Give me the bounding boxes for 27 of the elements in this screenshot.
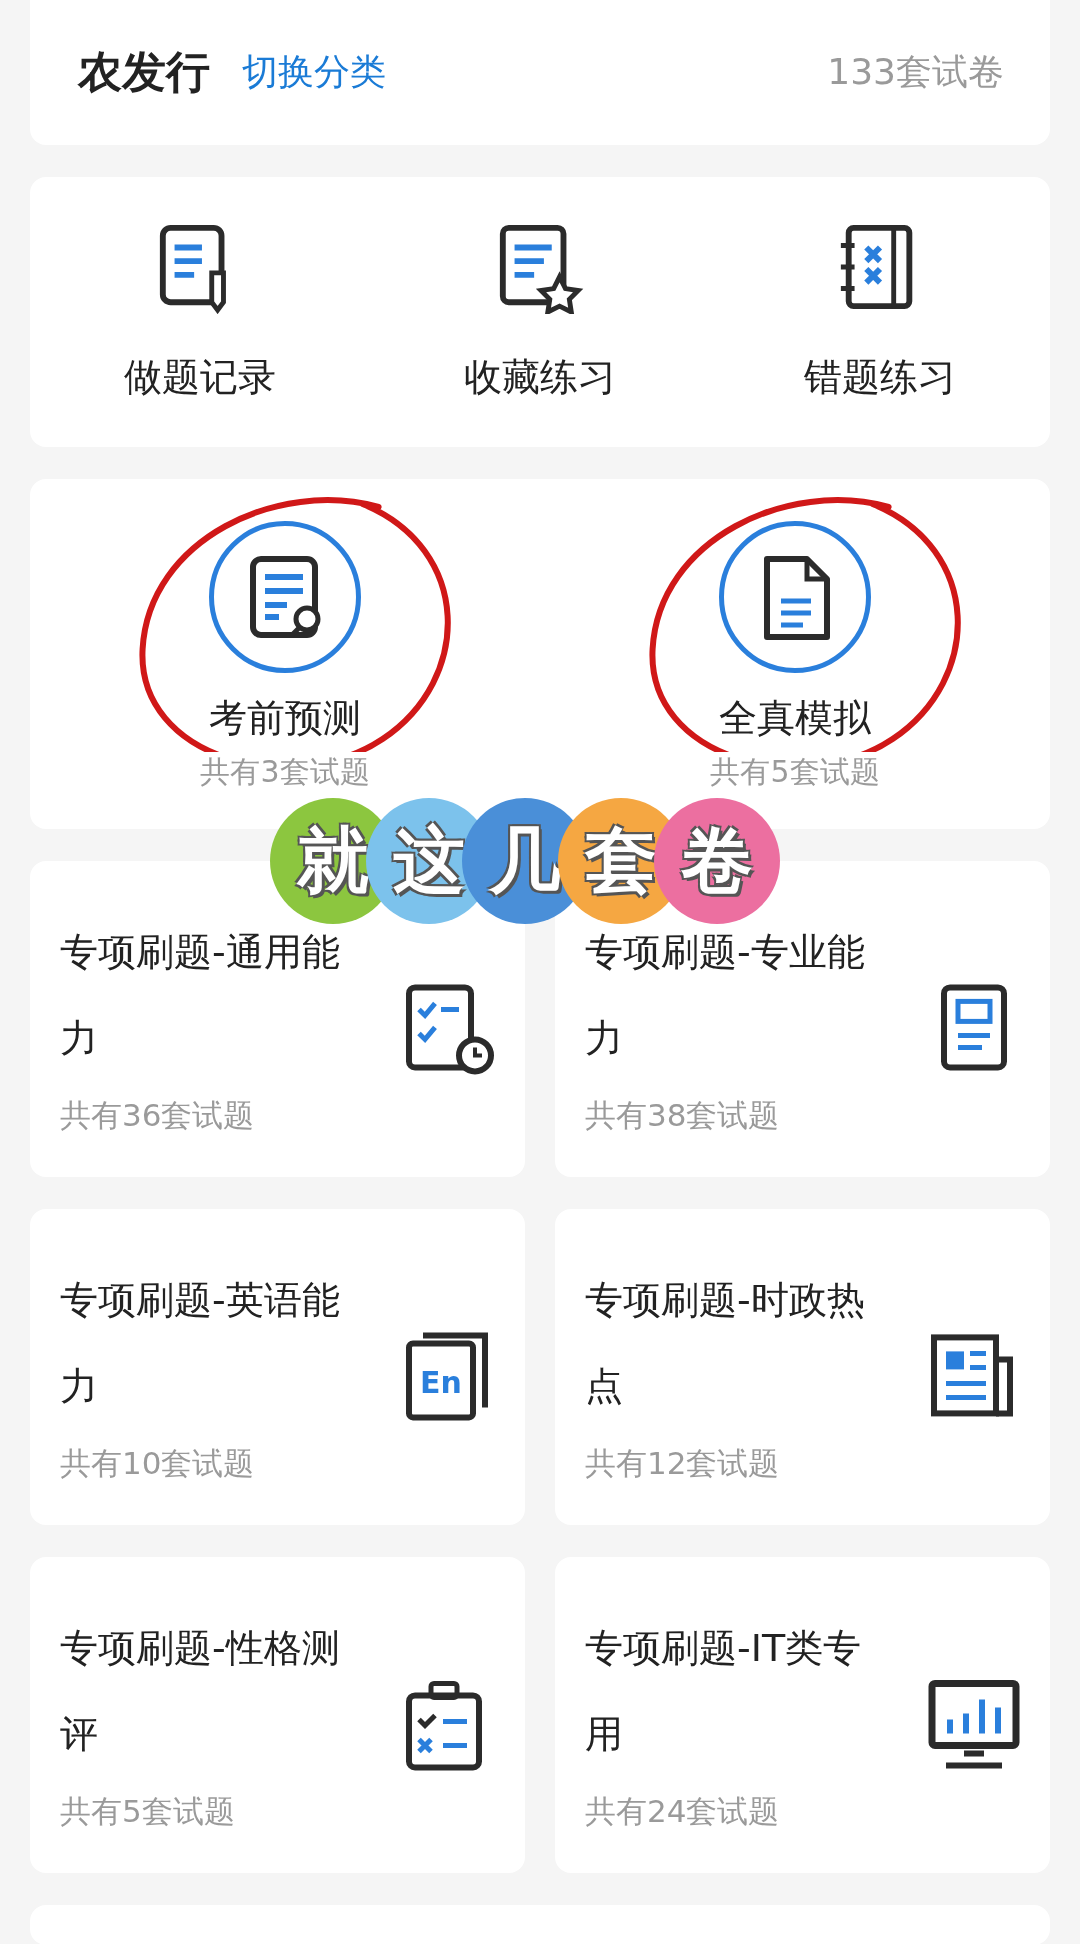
file-icon[interactable]: [719, 521, 871, 673]
category-count: 共有36套试题: [60, 1096, 256, 1135]
category-title: 专项刷题-英语能力: [60, 1277, 341, 1410]
category-card[interactable]: 专项刷题-性格测评 共有5套试题: [30, 1557, 525, 1873]
category-count: 共有12套试题: [585, 1444, 781, 1483]
quick-action-label[interactable]: 错题练习: [804, 351, 956, 403]
category-title: 专项刷题-通用能力: [60, 929, 341, 1062]
category-card[interactable]: 专项刷题-英语能力 共有10套试题 En: [30, 1209, 525, 1525]
category-card[interactable]: 专项刷题-IT类专用 共有24套试题: [555, 1557, 1050, 1873]
quick-action-label[interactable]: 做题记录: [124, 351, 276, 403]
category-count: 共有5套试题: [60, 1792, 236, 1831]
category-title: 专项刷题-IT类专用: [585, 1625, 863, 1758]
quick-action-label[interactable]: 收藏练习: [464, 351, 616, 403]
category-title: 专项刷题-专业能力: [585, 929, 866, 1062]
checklist-clock-icon: [403, 981, 495, 1076]
category-count: 共有24套试题: [585, 1792, 781, 1831]
paper-count: 133套试卷: [827, 50, 1004, 94]
featured-label[interactable]: 考前预测: [209, 693, 361, 744]
switch-category-link[interactable]: 切换分类: [242, 48, 386, 97]
document-search-icon[interactable]: [209, 521, 361, 673]
category-title: 专项刷题-性格测评: [60, 1625, 341, 1758]
category-card[interactable]: 专项刷题-时政热点 共有12套试题: [555, 1209, 1050, 1525]
category-count: 共有38套试题: [585, 1096, 781, 1135]
page-title: 农发行: [78, 45, 210, 99]
category-count: 共有10套试题: [60, 1444, 256, 1483]
category-title: 专项刷题-时政热点: [585, 1277, 866, 1410]
featured-label[interactable]: 全真模拟: [719, 693, 871, 744]
